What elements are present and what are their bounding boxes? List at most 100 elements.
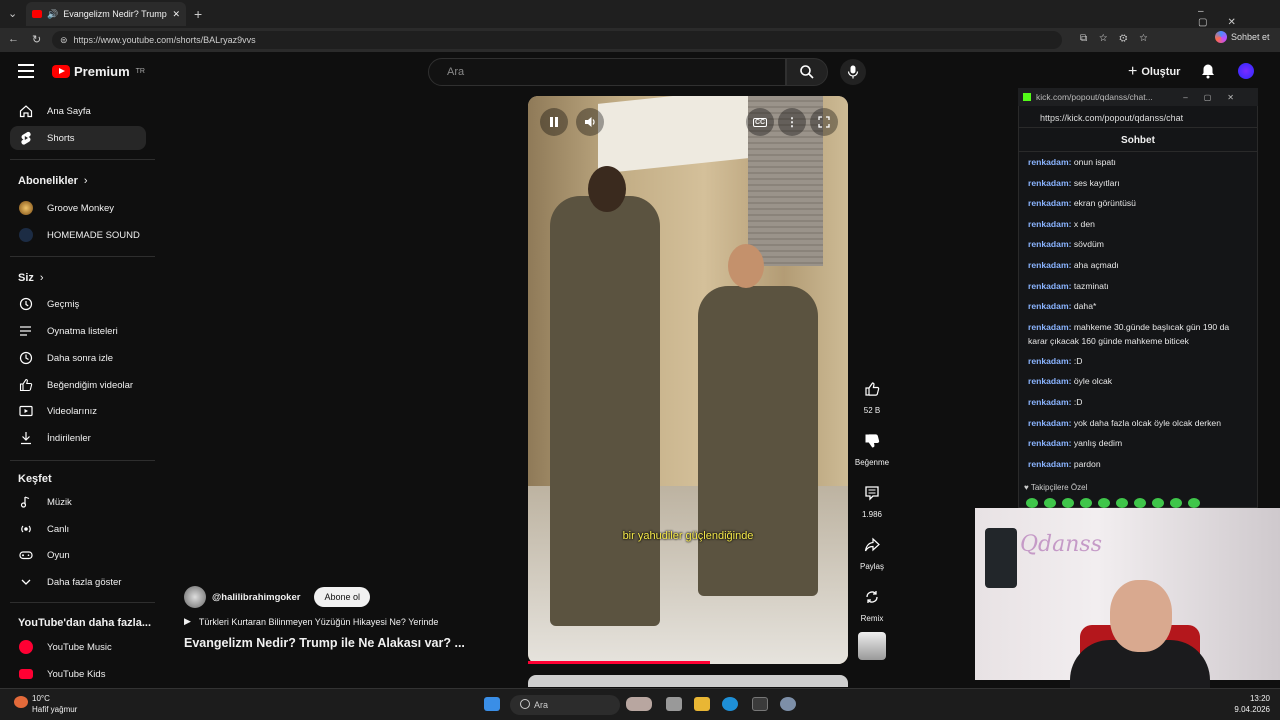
channel-avatar[interactable] [184,586,206,608]
sidebar-item-music[interactable]: Müzik [10,490,146,514]
windows-start-icon[interactable] [484,697,500,711]
sidebar: Ana Sayfa Shorts Abonelikler › Groove Mo… [0,92,156,686]
youtube-favicon-icon [32,10,42,18]
sidebar-item-live[interactable]: Canlı [10,517,146,541]
channel-name[interactable]: @halilibrahimgoker [212,592,300,603]
video-caption: bir yahudiler güçlendiğinde [622,530,754,542]
sidebar-item-home[interactable]: Ana Sayfa [10,99,146,123]
voice-search-button[interactable] [840,59,866,85]
browser-toolbar-icons[interactable]: ⧉☆⚙☆ [1080,33,1160,44]
account-avatar[interactable] [1238,63,1254,79]
create-button[interactable]: + Oluştur [1128,63,1180,81]
settings-icon[interactable] [780,697,796,711]
subscribe-button[interactable]: Abone ol [314,587,370,607]
speaker-icon[interactable]: 🔊 [47,9,58,20]
chat-username[interactable]: renkadam: [1028,178,1071,188]
webcam-cup [985,528,1017,588]
like-count: 52 B [863,406,881,415]
chat-username[interactable]: renkadam: [1028,376,1071,386]
kick-window-controls[interactable]: –▢✕ [1183,93,1250,102]
captions-button[interactable]: CC [746,108,774,136]
video-title[interactable]: Evangelizm Nedir? Trump ile Ne Alakası v… [184,636,465,650]
sidebar-item-downloads[interactable]: İndirilenler [10,426,146,450]
weather-widget[interactable]: 10°C Hafif yağmur [32,693,77,715]
pause-icon [550,117,558,127]
sidebar-item-youtube-kids[interactable]: YouTube Kids [10,662,146,686]
search-input[interactable]: Ara [428,58,786,86]
window-controls[interactable]: –▢✕ [1198,6,1280,28]
download-icon [21,432,31,445]
chat-username[interactable]: renkadam: [1028,157,1071,167]
chat-username[interactable]: renkadam: [1028,239,1071,249]
site-info-icon[interactable]: ⊜ [60,35,68,46]
task-view-icon[interactable] [666,697,682,711]
explore-header: Keşfet [18,473,52,485]
comments-button[interactable]: 1.986 [857,480,887,519]
shorts-icon [21,131,31,145]
search-button[interactable] [786,58,828,86]
sidebar-item-history[interactable]: Geçmiş [10,292,146,316]
emote-bar[interactable] [1026,498,1200,508]
sidebar-item-playlists[interactable]: Oynatma listeleri [10,319,146,343]
copilot-button[interactable]: Sohbet et [1215,31,1270,43]
next-short-preview[interactable] [528,675,848,687]
widgets-icon[interactable] [626,697,652,711]
notifications-button[interactable] [1200,63,1216,84]
dislike-button[interactable]: Beğenme [855,428,889,467]
volume-button[interactable] [576,108,604,136]
youtube-logo[interactable]: Premium TR [52,64,145,79]
weather-icon[interactable] [14,696,28,708]
chat-message: renkadam: ses kayıtları [1028,176,1248,190]
file-explorer-icon[interactable] [694,697,710,711]
tab-list-icon[interactable]: ⌄ [8,7,17,20]
chevron-down-icon [21,579,31,585]
reload-icon[interactable]: ↻ [32,33,41,46]
pause-button[interactable] [540,108,568,136]
sidebar-item-groove-monkey[interactable]: Groove Monkey [10,196,146,220]
menu-icon[interactable] [18,64,34,78]
chat-username[interactable]: renkadam: [1028,438,1071,448]
video-soldier-left [550,196,660,626]
chat-username[interactable]: renkadam: [1028,459,1071,469]
remix-button[interactable]: Remix [857,584,887,623]
sidebar-item-shorts[interactable]: Shorts [10,126,146,150]
sound-thumbnail[interactable] [858,632,886,660]
back-icon[interactable]: ← [8,33,19,45]
bell-icon [1202,64,1214,79]
sidebar-item-watch-later[interactable]: Daha sonra izle [10,346,146,370]
sidebar-item-show-more[interactable]: Daha fazla göster [10,570,146,594]
url-field[interactable]: ⊜ https://www.youtube.com/shorts/BALryaz… [52,31,1062,49]
chat-username[interactable]: renkadam: [1028,356,1071,366]
sidebar-item-homemade-sound[interactable]: HOMEMADE SOUND [10,223,146,247]
short-video-player[interactable]: CC ⋮ [528,96,848,664]
taskbar-clock[interactable]: 13:20 9.04.2026 [1220,693,1270,715]
chat-username[interactable]: renkadam: [1028,322,1071,332]
kick-url-field[interactable]: https://kick.com/popout/qdanss/chat [1018,108,1258,128]
chat-username[interactable]: renkadam: [1028,418,1071,428]
chat-username[interactable]: renkadam: [1028,301,1071,311]
chat-username[interactable]: renkadam: [1028,219,1071,229]
like-button[interactable]: 52 B [857,376,887,415]
video-progress-bar[interactable] [528,661,711,664]
channel-avatar [19,201,33,215]
more-from-youtube-header: YouTube'dan daha fazla... [18,617,151,629]
share-button[interactable]: Paylaş [857,532,887,571]
you-header[interactable]: Siz › [18,272,44,284]
chat-username[interactable]: renkadam: [1028,397,1071,407]
sidebar-item-liked-videos[interactable]: Beğendiğim videolar [10,373,146,397]
sidebar-item-youtube-music[interactable]: YouTube Music [10,635,146,659]
close-tab-icon[interactable]: ✕ [172,9,180,20]
chat-username[interactable]: renkadam: [1028,260,1071,270]
chat-username[interactable]: renkadam: [1028,281,1071,291]
chat-username[interactable]: renkadam: [1028,198,1071,208]
fullscreen-button[interactable] [810,108,838,136]
new-tab-button[interactable]: + [194,6,202,22]
edge-icon[interactable] [722,697,738,711]
more-options-button[interactable]: ⋮ [778,108,806,136]
browser-tab[interactable]: 🔊 Evangelizm Nedir? Trump ile ✕ [26,2,186,26]
obs-icon[interactable] [752,697,768,711]
related-video-line[interactable]: ▶ Türkleri Kurtaran Bilinmeyen Yüzüğün H… [184,616,438,627]
sidebar-item-gaming[interactable]: Oyun [10,543,146,567]
subscriptions-header[interactable]: Abonelikler › [18,175,88,187]
sidebar-item-your-videos[interactable]: Videolarınız [10,399,146,423]
